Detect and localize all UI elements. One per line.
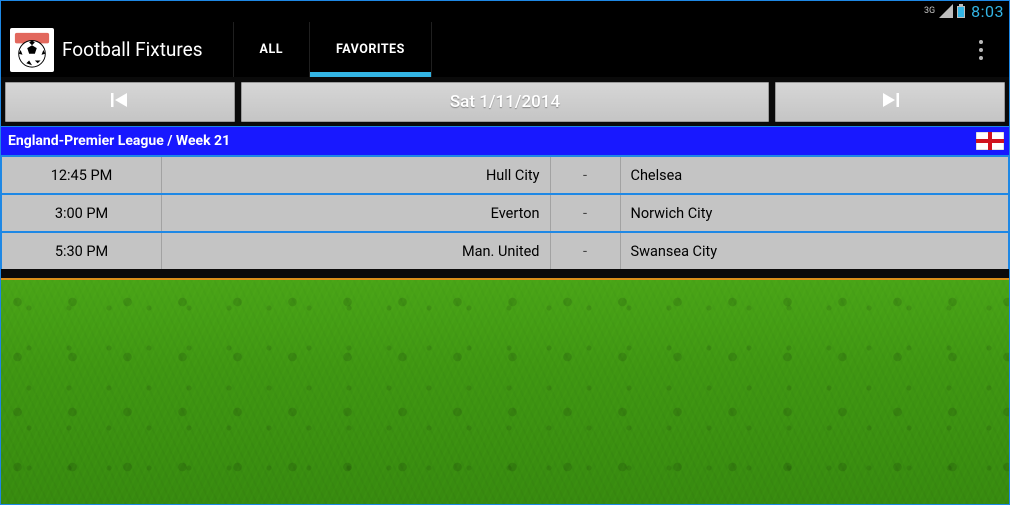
network-type: 3G <box>924 7 935 16</box>
fixture-time: 3:00 PM <box>2 195 162 231</box>
date-label: Sat 1/11/2014 <box>450 92 560 112</box>
status-bar: 3G 8:03 <box>0 0 1010 22</box>
fixture-row[interactable]: 5:30 PM Man. United - Swansea City <box>2 233 1008 269</box>
fixture-score: - <box>551 157 621 193</box>
england-flag-icon <box>976 132 1004 150</box>
more-vert-icon <box>979 40 983 60</box>
skip-next-icon <box>881 92 899 113</box>
tab-favorites[interactable]: FAVORITES <box>309 22 432 77</box>
status-clock: 8:03 <box>971 2 1004 21</box>
fixture-home: Hull City <box>162 157 551 193</box>
overflow-menu-button[interactable] <box>958 22 1004 77</box>
signal-icon <box>939 4 953 18</box>
league-title: England-Premier League / Week 21 <box>8 133 976 149</box>
fixture-time: 5:30 PM <box>2 233 162 269</box>
fixture-row[interactable]: 12:45 PM Hull City - Chelsea <box>2 157 1008 193</box>
fixture-score: - <box>551 233 621 269</box>
date-button[interactable]: Sat 1/11/2014 <box>241 82 769 122</box>
background-grass <box>1 278 1009 504</box>
app-icon <box>10 28 54 72</box>
fixture-away: Chelsea <box>621 157 1009 193</box>
date-nav: Sat 1/11/2014 <box>0 77 1010 126</box>
next-day-button[interactable] <box>775 82 1005 122</box>
fixture-home: Everton <box>162 195 551 231</box>
fixture-time: 12:45 PM <box>2 157 162 193</box>
tabs: ALL FAVORITES <box>233 22 432 77</box>
action-bar: Football Fixtures ALL FAVORITES <box>0 22 1010 77</box>
app-title: Football Fixtures <box>62 38 203 61</box>
skip-prev-icon <box>111 92 129 113</box>
battery-icon <box>957 4 965 18</box>
fixture-away: Swansea City <box>621 233 1009 269</box>
tab-all[interactable]: ALL <box>233 22 309 77</box>
fixture-away: Norwich City <box>621 195 1009 231</box>
fixture-score: - <box>551 195 621 231</box>
league-header[interactable]: England-Premier League / Week 21 <box>0 127 1010 155</box>
fixture-home: Man. United <box>162 233 551 269</box>
fixture-row[interactable]: 3:00 PM Everton - Norwich City <box>2 195 1008 231</box>
fixtures-panel: England-Premier League / Week 21 12:45 P… <box>0 126 1010 269</box>
prev-day-button[interactable] <box>5 82 235 122</box>
